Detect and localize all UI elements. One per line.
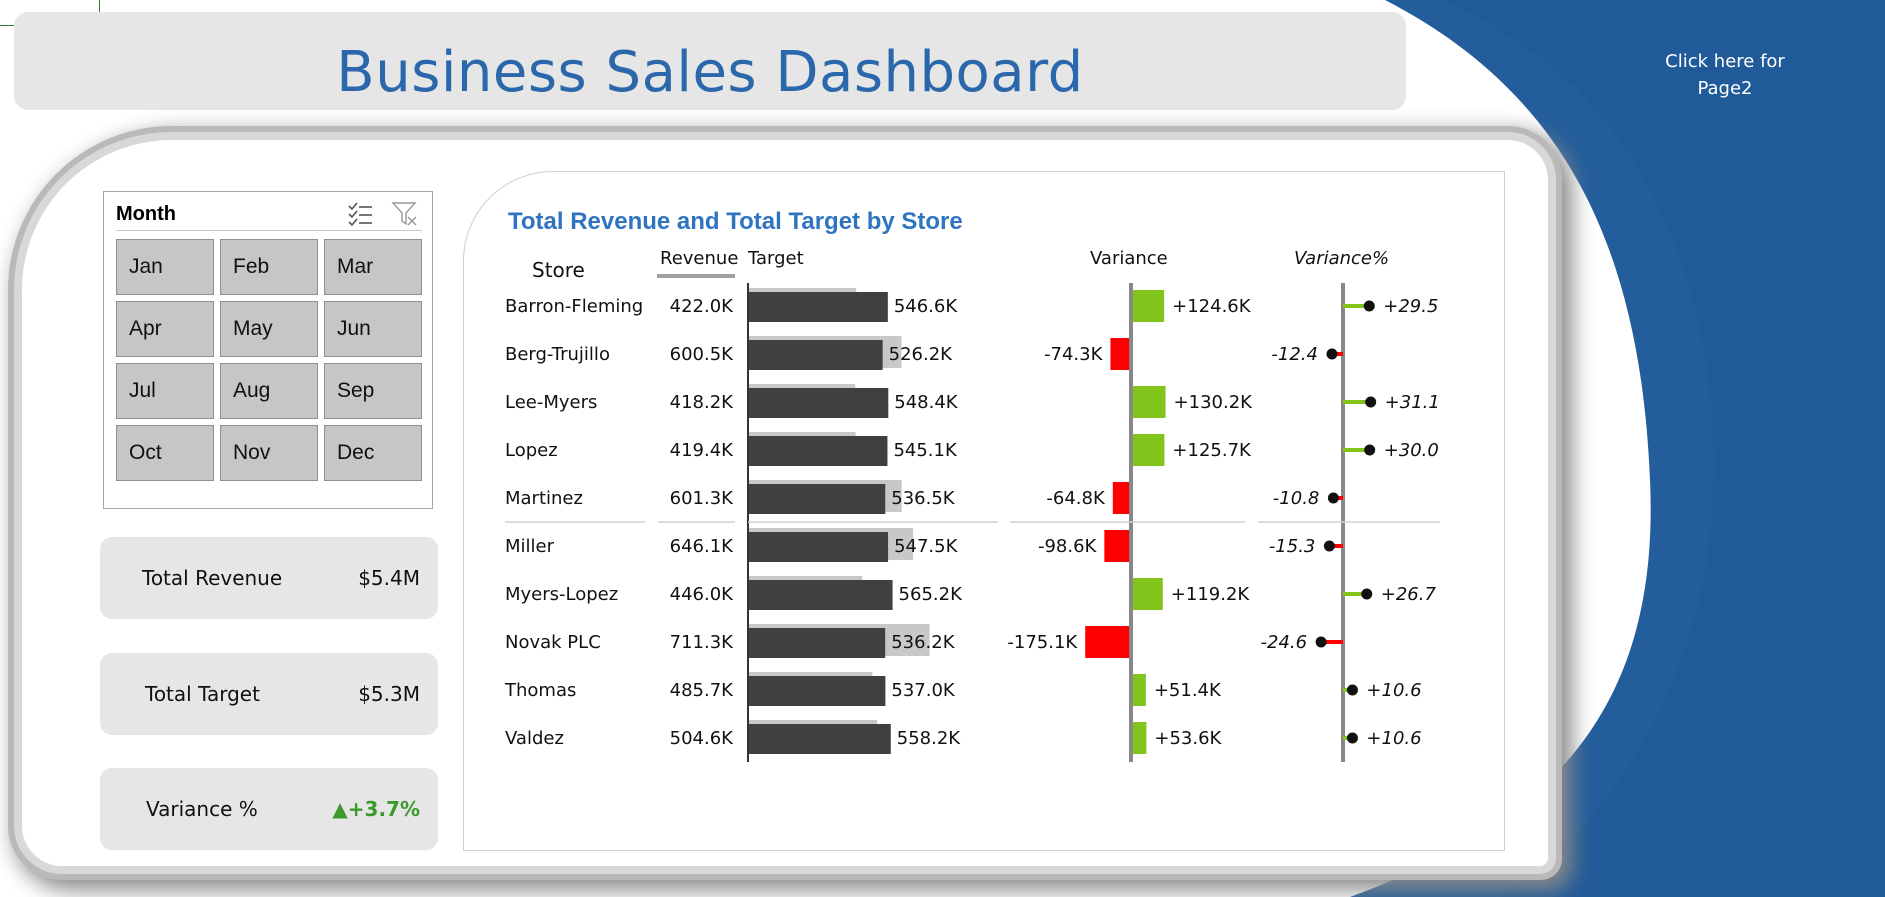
store-label: Martinez bbox=[505, 488, 583, 509]
variance-pct-value: +29.5 bbox=[1383, 296, 1438, 317]
variance-value: +119.2K bbox=[1171, 584, 1251, 605]
variance-bar bbox=[1133, 290, 1165, 322]
target-bar bbox=[749, 532, 889, 562]
store-label: Lee-Myers bbox=[505, 392, 597, 413]
target-bar bbox=[749, 724, 891, 754]
variance-pct-value: -15.3 bbox=[1269, 536, 1316, 557]
revenue-value: 504.6K bbox=[670, 728, 735, 749]
variance-bar bbox=[1133, 722, 1147, 754]
variance-pct-dot bbox=[1364, 444, 1376, 456]
variance-pct-value: -24.6 bbox=[1261, 632, 1308, 653]
variance-pct-dot bbox=[1326, 348, 1338, 360]
store-label: Miller bbox=[505, 536, 555, 557]
target-value: 546.6K bbox=[894, 296, 959, 317]
variance-pct-value: -12.4 bbox=[1271, 344, 1318, 365]
store-label: Valdez bbox=[505, 728, 564, 749]
variance-bar bbox=[1112, 482, 1129, 514]
variance-bar bbox=[1110, 338, 1129, 370]
variance-pct-value: +10.6 bbox=[1366, 680, 1421, 701]
target-value: 526.2K bbox=[889, 344, 954, 365]
variance-value: +53.6K bbox=[1154, 728, 1222, 749]
revenue-value: 711.3K bbox=[670, 632, 735, 653]
variance-bar bbox=[1133, 674, 1146, 706]
store-label: Barron-Fleming bbox=[505, 296, 643, 317]
revenue-value: 446.0K bbox=[670, 584, 735, 605]
variance-pct-value: +30.0 bbox=[1384, 440, 1439, 461]
target-value: 547.5K bbox=[894, 536, 959, 557]
variance-pct-dot bbox=[1315, 636, 1327, 648]
revenue-value: 418.2K bbox=[670, 392, 735, 413]
variance-bar bbox=[1104, 530, 1129, 562]
variance-value: +51.4K bbox=[1154, 680, 1222, 701]
variance-pct-dot bbox=[1346, 732, 1358, 744]
target-value: 536.5K bbox=[891, 488, 956, 509]
variance-value: -64.8K bbox=[1046, 488, 1106, 509]
variance-pct-dot bbox=[1346, 684, 1358, 696]
target-value: 565.2K bbox=[899, 584, 964, 605]
target-bar bbox=[749, 292, 888, 322]
variance-pct-dot bbox=[1323, 540, 1335, 552]
variance-pct-value: +31.1 bbox=[1385, 392, 1440, 413]
variance-value: +130.2K bbox=[1174, 392, 1254, 413]
target-bar bbox=[749, 436, 888, 466]
target-bar bbox=[749, 628, 886, 658]
variance-bar bbox=[1133, 434, 1165, 466]
variance-pct-dot bbox=[1361, 588, 1373, 600]
variance-bar bbox=[1133, 386, 1166, 418]
revenue-value: 419.4K bbox=[670, 440, 735, 461]
store-label: Myers-Lopez bbox=[505, 584, 618, 605]
variance-pct-value: +26.7 bbox=[1381, 584, 1437, 605]
target-bar bbox=[749, 484, 886, 514]
store-label: Lopez bbox=[505, 440, 558, 461]
target-bar bbox=[749, 340, 883, 370]
variance-bar bbox=[1085, 626, 1129, 658]
variance-pct-dot bbox=[1327, 492, 1339, 504]
store-label: Berg-Trujillo bbox=[505, 344, 610, 365]
target-value: 537.0K bbox=[891, 680, 956, 701]
target-value: 558.2K bbox=[897, 728, 962, 749]
variance-value: -175.1K bbox=[1007, 632, 1078, 653]
variance-value: +125.7K bbox=[1172, 440, 1252, 461]
variance-bar bbox=[1133, 578, 1163, 610]
revenue-value: 485.7K bbox=[670, 680, 735, 701]
variance-pct-value: -10.8 bbox=[1273, 488, 1320, 509]
target-bar bbox=[749, 676, 886, 706]
variance-value: -74.3K bbox=[1044, 344, 1104, 365]
variance-value: -98.6K bbox=[1038, 536, 1098, 557]
store-label: Thomas bbox=[504, 680, 576, 701]
target-bar bbox=[749, 580, 893, 610]
store-variance-chart: Barron-Fleming 422.0K 546.6K +124.6K +29.5 Be… bbox=[504, 283, 1440, 762]
revenue-value: 601.3K bbox=[670, 488, 735, 509]
variance-pct-dot bbox=[1363, 300, 1375, 312]
variance-pct-value: +10.6 bbox=[1366, 728, 1421, 749]
target-bar bbox=[749, 388, 889, 418]
target-value: 536.2K bbox=[891, 632, 956, 653]
target-value: 548.4K bbox=[894, 392, 959, 413]
target-value: 545.1K bbox=[893, 440, 958, 461]
variance-pct-dot bbox=[1365, 396, 1377, 408]
revenue-value: 422.0K bbox=[670, 296, 735, 317]
revenue-value: 646.1K bbox=[670, 536, 735, 557]
variance-value: +124.6K bbox=[1172, 296, 1252, 317]
store-label: Novak PLC bbox=[505, 632, 601, 653]
revenue-value: 600.5K bbox=[670, 344, 735, 365]
